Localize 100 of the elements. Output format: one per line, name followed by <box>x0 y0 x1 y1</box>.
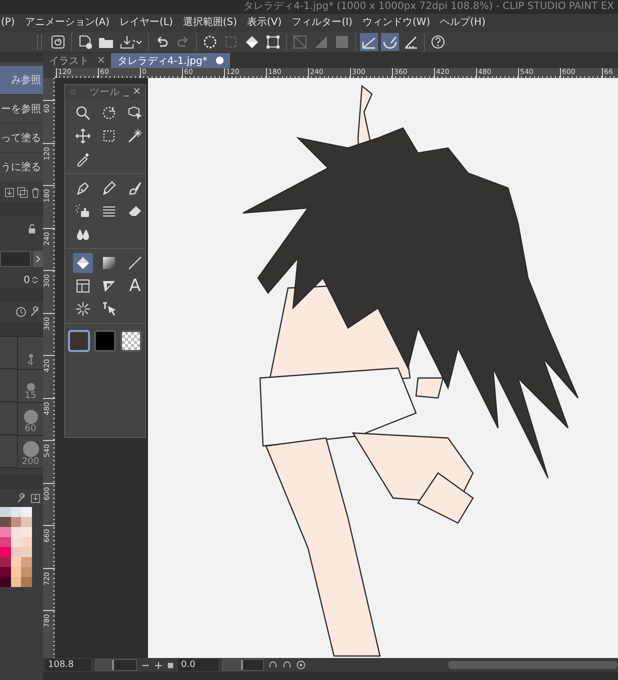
expand-button[interactable] <box>33 251 43 267</box>
menu-item[interactable]: ヘルプ(H) <box>439 14 494 32</box>
toolbar-button[interactable] <box>201 33 219 51</box>
transform-icon <box>265 34 281 50</box>
input-field[interactable] <box>0 251 31 267</box>
color-swatch[interactable] <box>10 577 22 587</box>
brush-icon <box>127 180 143 196</box>
spinner-icon <box>31 276 39 284</box>
triangle-ruler-icon <box>101 278 117 294</box>
zoom-field[interactable]: 108.8 <box>45 659 91 671</box>
chevron-icon <box>34 255 42 263</box>
eyedropper-icon <box>75 151 91 167</box>
transparent-swatch[interactable] <box>120 330 142 352</box>
panel-title: ツール <box>88 86 120 99</box>
dotted-circle-icon <box>202 34 218 50</box>
scrollbar[interactable] <box>448 661 618 669</box>
rotate-left-icon <box>268 660 278 670</box>
dotted-square-icon <box>223 34 239 50</box>
color-swatch[interactable] <box>0 517 11 527</box>
color-swatch[interactable] <box>94 330 116 352</box>
color-swatch[interactable] <box>21 557 32 567</box>
document-tab[interactable]: タレラディ4-1.jpg* ● <box>111 53 230 68</box>
color-swatch[interactable] <box>10 547 22 557</box>
color-swatch[interactable] <box>21 547 32 557</box>
color-swatch[interactable] <box>0 567 11 577</box>
toolbar-button[interactable] <box>118 33 144 51</box>
color-swatch[interactable] <box>0 527 11 537</box>
caret-icon <box>135 38 143 46</box>
trash-icon <box>30 186 41 198</box>
tool-button[interactable] <box>73 299 93 319</box>
dotted-circle-icon <box>101 105 117 121</box>
import-icon <box>30 492 41 504</box>
angle-slider[interactable] <box>223 660 243 670</box>
window-title: タレラディ4-1.jpg* (1000 x 1000px 72dpi 108.8%) - CLIP STUDIO PAINT EX <box>244 0 614 14</box>
square-icon <box>167 662 174 668</box>
reset-icon <box>296 660 306 670</box>
color-swatch[interactable] <box>0 547 11 557</box>
close-button[interactable]: × <box>132 86 141 98</box>
swirl-icon <box>50 34 66 50</box>
menu-item[interactable]: 選択範囲(S) <box>182 14 246 32</box>
color-swatch[interactable] <box>10 527 22 537</box>
move-arrows-icon <box>75 128 91 144</box>
toolbar-button[interactable] <box>49 33 67 51</box>
menu-item[interactable]: 表示(V) <box>246 14 291 32</box>
ruler-corner <box>43 68 55 78</box>
color-swatch[interactable] <box>0 507 11 517</box>
pencil-icon <box>101 180 117 196</box>
tab-close-button[interactable]: ● <box>215 55 224 66</box>
color-swatch[interactable] <box>0 577 11 587</box>
menu-item[interactable]: アニメーション(A) <box>24 14 118 32</box>
eraser-icon <box>127 203 143 219</box>
menu-item[interactable]: フィルター(I) <box>290 14 362 32</box>
tray-arrow-icon <box>119 34 135 50</box>
help-icon <box>430 34 446 50</box>
color-swatch[interactable] <box>10 537 22 547</box>
color-swatch[interactable] <box>0 557 11 567</box>
ruler-icon <box>403 34 419 50</box>
toolbar-button[interactable] <box>429 33 447 51</box>
tab-label: タレラディ4-1.jpg* <box>117 54 208 68</box>
color-swatch[interactable] <box>21 517 32 527</box>
toolbar-button[interactable] <box>264 33 282 51</box>
color-swatch[interactable] <box>0 537 11 547</box>
tool-button[interactable] <box>73 126 93 146</box>
menu-item[interactable]: ウィンドウ(W) <box>361 14 440 32</box>
color-swatch[interactable] <box>10 567 22 577</box>
plus-icon <box>154 660 163 670</box>
spray-icon <box>75 203 91 219</box>
tool-button[interactable]: A <box>125 276 145 296</box>
color-swatch[interactable] <box>10 507 22 517</box>
lock-icon <box>27 224 37 234</box>
diagonal-square-icon <box>292 34 308 50</box>
subtool-item[interactable]: み参照 <box>0 66 43 95</box>
search-icon <box>75 105 91 121</box>
clock-icon <box>15 306 27 318</box>
color-swatch[interactable] <box>10 517 22 527</box>
tool-button[interactable] <box>73 253 93 273</box>
menu-item[interactable]: レイヤー(L) <box>118 14 182 32</box>
color-swatch[interactable] <box>10 557 22 567</box>
panel-frame-icon <box>75 278 91 294</box>
color-swatch[interactable] <box>21 577 32 587</box>
line-icon <box>127 255 143 271</box>
minimize-button[interactable]: _ <box>124 86 129 98</box>
menu-icon <box>69 88 77 96</box>
color-swatch[interactable] <box>68 330 90 352</box>
color-swatch[interactable] <box>21 537 32 547</box>
document-tab[interactable]: イラスト × <box>43 53 112 68</box>
tab-label: イラスト <box>49 54 89 68</box>
dotted-square-icon <box>101 128 117 144</box>
rotate-right-icon <box>282 660 292 670</box>
color-swatch[interactable] <box>21 527 32 537</box>
tab-close-button[interactable]: × <box>97 55 106 66</box>
zoom-slider[interactable] <box>96 660 114 670</box>
menu-item[interactable]: (P) <box>0 14 24 32</box>
color-swatch[interactable] <box>21 567 32 577</box>
color-swatch[interactable] <box>21 507 32 517</box>
pen-nib-icon <box>75 180 91 196</box>
angle-field[interactable]: 0.0 <box>178 659 218 671</box>
cursor-icon <box>101 301 117 317</box>
new-page-icon <box>77 34 93 50</box>
toolbar-grip[interactable] <box>37 35 42 49</box>
